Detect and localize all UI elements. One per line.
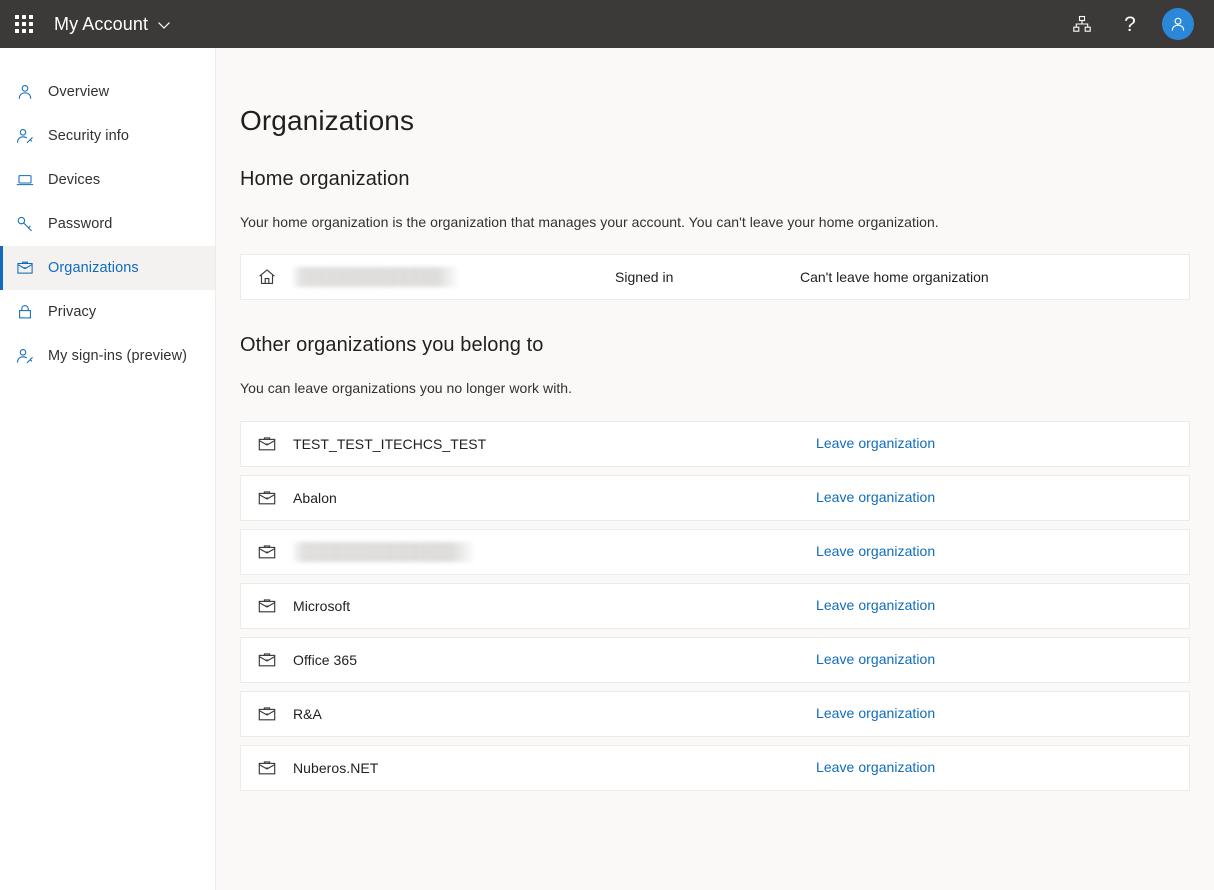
leave-organization-link[interactable]: Leave organization [816,435,935,451]
briefcase-icon [255,542,279,562]
other-organizations-heading: Other organizations you belong to [240,334,544,357]
sidebar-nav: Overview Security info Devices Password … [0,48,216,890]
organization-name: Microsoft [293,597,351,614]
home-organization-name-redacted [293,267,457,288]
page-title: Organizations [240,105,415,136]
other-organizations-description: You can leave organizations you no longe… [240,380,573,397]
home-organization-description: Your home organization is the organizati… [240,213,939,230]
leave-organization-link[interactable]: Leave organization [816,651,935,667]
sidebar-item-label: Organizations [48,260,139,276]
table-row: Nuberos.NET Leave organization [240,744,1190,791]
table-row: Microsoft Leave organization [240,582,1190,629]
sidebar-item-devices[interactable]: Devices [0,158,215,202]
leave-organization-link[interactable]: Leave organization [816,705,935,721]
home-organization-action-text: Can't leave home organization [800,269,989,286]
organization-name-redacted [293,541,473,562]
account-avatar-button[interactable] [1154,0,1202,48]
main-content: Organizations Home organization Your hom… [216,48,1214,890]
leave-organization-link[interactable]: Leave organization [816,489,935,505]
organization-name: TEST_TEST_ITECHCS_TEST [293,435,487,452]
briefcase-icon [16,259,34,277]
organizations-list: TEST_TEST_ITECHCS_TEST Leave organizatio… [240,420,1190,791]
briefcase-icon [255,704,279,724]
sidebar-item-label: Security info [48,128,130,144]
person-icon [16,83,34,101]
home-organization-status: Signed in [615,269,674,286]
person-key-icon [16,127,34,145]
sidebar-item-label: Devices [48,172,101,188]
org-hierarchy-icon [1072,14,1092,34]
sidebar-item-label: Password [48,216,113,232]
sidebar-item-password[interactable]: Password [0,202,215,246]
briefcase-icon [255,434,279,454]
home-organization-heading: Home organization [240,167,410,190]
brand-menu-button[interactable]: My Account [48,0,177,48]
person-key-icon [16,347,34,365]
chevron-down-icon [157,18,171,32]
sidebar-item-security-info[interactable]: Security info [0,114,215,158]
briefcase-icon [255,488,279,508]
sidebar-item-overview[interactable]: Overview [0,70,215,114]
home-organization-row: Signed in Can't leave home organization [240,254,1190,301]
header-actions: ? [1058,0,1202,48]
organization-name: Abalon [293,489,337,506]
top-header-bar: My Account ? [0,0,1214,48]
org-hierarchy-button[interactable] [1058,0,1106,48]
sidebar-item-label: Overview [48,84,110,100]
organization-name: Nuberos.NET [293,759,379,776]
sidebar-item-privacy[interactable]: Privacy [0,290,215,334]
home-icon [255,267,279,287]
sidebar-item-label: My sign-ins (preview) [48,348,188,364]
avatar [1162,8,1194,40]
briefcase-icon [255,650,279,670]
leave-organization-link[interactable]: Leave organization [816,543,935,559]
table-row: TEST_TEST_ITECHCS_TEST Leave organizatio… [240,420,1190,467]
briefcase-icon [255,596,279,616]
waffle-grid-icon [15,15,33,33]
laptop-icon [16,171,34,189]
table-row: Office 365 Leave organization [240,636,1190,683]
organization-name: R&A [293,705,322,722]
app-launcher-button[interactable] [0,0,48,48]
key-icon [16,215,34,233]
bottom-spacer [240,791,1190,881]
leave-organization-link[interactable]: Leave organization [816,759,935,775]
brand-title: My Account [54,13,149,34]
sidebar-item-label: Privacy [48,304,97,320]
sidebar-item-my-sign-ins[interactable]: My sign-ins (preview) [0,334,215,378]
lock-icon [16,303,34,321]
table-row: R&A Leave organization [240,690,1190,737]
help-icon: ? [1124,12,1136,36]
leave-organization-link[interactable]: Leave organization [816,597,935,613]
help-button[interactable]: ? [1106,0,1154,48]
main-inner: Organizations Home organization Your hom… [240,104,1190,881]
sidebar-item-organizations[interactable]: Organizations [0,246,215,290]
organization-name: Office 365 [293,651,358,668]
my-account-app: My Account ? Overview Security info Devi… [0,0,1214,890]
table-row: Leave organization [240,528,1190,575]
briefcase-icon [255,758,279,778]
app-body: Overview Security info Devices Password … [0,48,1214,890]
table-row: Abalon Leave organization [240,474,1190,521]
